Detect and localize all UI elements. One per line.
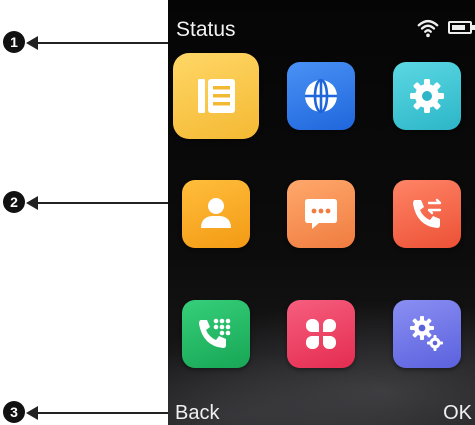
- callout-line: [34, 202, 170, 204]
- menu-item-settings[interactable]: [393, 62, 461, 130]
- callout-line: [34, 412, 170, 414]
- battery-icon: [448, 21, 475, 34]
- gear-icon: [410, 79, 444, 113]
- ok-softkey[interactable]: OK: [443, 402, 472, 425]
- dialpad-phone-icon: [199, 318, 231, 348]
- status-bar: Status: [168, 0, 475, 44]
- menu-item-apps[interactable]: [287, 300, 355, 368]
- callout-3: 3: [0, 401, 170, 425]
- callout-2: 2: [0, 191, 170, 215]
- callout-1: 1: [0, 31, 170, 55]
- menu-item-dialer[interactable]: [182, 300, 250, 368]
- wifi-icon: [417, 19, 439, 38]
- menu-item-contacts[interactable]: [182, 180, 250, 248]
- menu-item-call-forward[interactable]: [393, 180, 461, 248]
- directory-list-icon: [198, 79, 235, 113]
- apps-grid-icon: [306, 319, 336, 349]
- globe-icon: [305, 78, 337, 114]
- call-forward-icon: [413, 198, 442, 228]
- callout-badge: 1: [3, 31, 25, 53]
- callout-badge: 3: [3, 401, 25, 423]
- menu-item-directory[interactable]: [173, 53, 259, 139]
- back-softkey[interactable]: Back: [175, 402, 219, 425]
- contact-person-icon: [201, 198, 231, 228]
- message-chat-icon: [305, 199, 337, 229]
- phone-screen: Status Back OK: [168, 0, 475, 425]
- callout-line: [34, 42, 170, 44]
- callout-badge: 2: [3, 191, 25, 213]
- status-title: Status: [176, 18, 236, 41]
- menu-item-advanced-settings[interactable]: [393, 300, 461, 368]
- menu-item-browser[interactable]: [287, 62, 355, 130]
- settings-gears-icon: [410, 316, 443, 351]
- menu-item-messages[interactable]: [287, 180, 355, 248]
